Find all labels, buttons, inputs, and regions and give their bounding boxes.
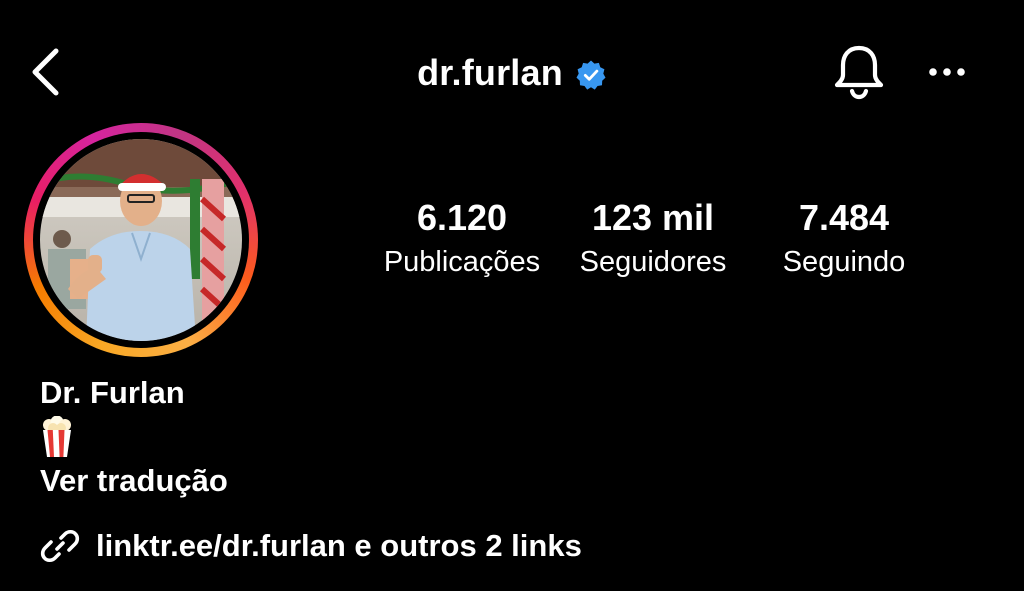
popcorn-emoji — [40, 415, 840, 462]
popcorn-icon — [43, 415, 71, 457]
followers-label: Seguidores — [579, 246, 727, 278]
see-translation-link[interactable]: Ver tradução — [40, 460, 840, 502]
link-icon — [40, 529, 80, 563]
more-options-button[interactable] — [922, 56, 972, 88]
profile-bio: Dr. Furlan Ver tradução — [40, 372, 840, 502]
posts-label: Publicações — [383, 246, 541, 278]
username-title: dr.furlan — [417, 52, 563, 93]
stat-followers[interactable]: 123 mil Seguidores — [562, 196, 744, 282]
following-count: 7.484 — [798, 197, 890, 238]
display-name: Dr. Furlan — [40, 375, 185, 410]
following-label: Seguindo — [782, 246, 906, 278]
posts-count: 6.120 — [416, 197, 508, 238]
bell-icon — [834, 45, 884, 100]
stat-following[interactable]: 7.484 Seguindo — [762, 196, 926, 282]
profile-stats: 6.120 Publicações 123 mil Seguidores 7.4… — [0, 196, 1024, 286]
ellipsis-icon — [929, 68, 965, 76]
external-links[interactable]: linktr.ee/dr.furlan e outros 2 links — [40, 524, 582, 568]
followers-count: 123 mil — [591, 197, 715, 238]
stat-posts[interactable]: 6.120 Publicações — [372, 196, 552, 282]
notifications-button[interactable] — [830, 44, 888, 100]
link-text: linktr.ee/dr.furlan e outros 2 links — [96, 528, 582, 563]
top-bar: dr.furlan — [0, 0, 1024, 140]
verified-badge-icon — [576, 60, 606, 90]
